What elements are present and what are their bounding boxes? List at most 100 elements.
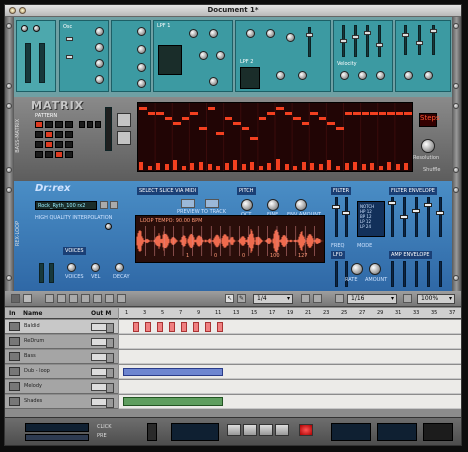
matrix-gate[interactable] <box>164 164 169 170</box>
matrix-gate[interactable] <box>301 162 306 170</box>
vel-knob[interactable] <box>340 71 349 80</box>
patch-name-display[interactable]: Rock_Ryth_100 rx2 <box>35 201 97 210</box>
drum-fader-cap[interactable] <box>436 211 444 215</box>
matrix-gate[interactable] <box>139 162 143 170</box>
track-name[interactable]: Baldid <box>24 323 40 329</box>
matrix-note[interactable] <box>173 122 181 125</box>
hand-tool-icon[interactable] <box>105 294 114 303</box>
matrix-gate[interactable] <box>353 162 358 170</box>
pattern-button[interactable] <box>65 141 73 148</box>
draw-tool-icon[interactable]: ✎ <box>237 294 246 303</box>
matrix-mode-button[interactable] <box>117 113 131 127</box>
mod-wheel-knob[interactable] <box>21 25 28 32</box>
note-clip[interactable] <box>205 322 211 332</box>
matrix-note[interactable] <box>284 112 293 115</box>
matrix-note[interactable] <box>147 112 156 115</box>
matrix-note[interactable] <box>258 117 267 120</box>
track-lane[interactable] <box>119 320 461 334</box>
track-name[interactable]: Melody <box>24 383 42 389</box>
pattern-button[interactable] <box>65 131 73 138</box>
drum-fader-cap[interactable] <box>424 203 432 207</box>
matrix-note[interactable] <box>164 117 173 120</box>
matrix-gate[interactable] <box>378 166 383 170</box>
filter1-freq-knob[interactable] <box>189 29 198 38</box>
stop-button[interactable] <box>227 424 241 436</box>
matrix-note[interactable] <box>241 127 250 130</box>
pattern-button[interactable] <box>35 141 43 148</box>
record-button[interactable] <box>299 424 313 436</box>
forward-button[interactable] <box>275 424 289 436</box>
track-output-select[interactable] <box>91 323 114 333</box>
track-output-select[interactable] <box>91 383 114 393</box>
mod-knob[interactable] <box>424 71 433 80</box>
track-output-select[interactable] <box>91 353 114 363</box>
matrix-note[interactable] <box>250 137 258 140</box>
browse-patch-button[interactable] <box>100 201 108 209</box>
drum-fader[interactable] <box>415 197 418 237</box>
track-lane[interactable] <box>119 395 461 409</box>
track-name[interactable]: ReDrum <box>24 338 44 344</box>
quantize-select[interactable]: 1/4 <box>253 294 293 304</box>
lfo-rate-knob[interactable] <box>351 263 363 275</box>
filter-vel-knob[interactable] <box>209 77 218 86</box>
matrix-gate[interactable] <box>156 163 161 170</box>
dr-knob[interactable] <box>105 223 112 230</box>
pitch-knob[interactable] <box>33 25 40 32</box>
matrix-note[interactable] <box>293 117 301 120</box>
fader-cap[interactable] <box>402 33 409 37</box>
filter2-knob[interactable] <box>286 33 295 42</box>
matrix-note[interactable] <box>378 112 387 115</box>
mod-wheel[interactable] <box>39 43 45 83</box>
filter-env-knob[interactable] <box>199 51 208 60</box>
to-track-button[interactable] <box>205 199 219 208</box>
matrix-gate[interactable] <box>293 166 298 170</box>
track-row[interactable]: Dub - loop <box>5 365 118 379</box>
vel-knob[interactable] <box>358 71 367 80</box>
env-release-fader[interactable] <box>378 25 381 57</box>
filter-kbd-knob[interactable] <box>216 51 225 60</box>
vel-knob[interactable] <box>91 263 100 272</box>
lfo-amount-knob[interactable] <box>369 263 381 275</box>
pattern-button[interactable] <box>65 151 73 158</box>
arrow-tool-icon[interactable] <box>45 294 54 303</box>
pattern-clip[interactable] <box>123 397 223 406</box>
osc2-knob[interactable] <box>95 43 104 52</box>
note-clip[interactable] <box>181 322 187 332</box>
matrix-gate[interactable] <box>267 163 272 170</box>
pointer-tool-icon[interactable]: ↖ <box>225 294 234 303</box>
filter2-knob[interactable] <box>246 29 255 38</box>
pattern-button[interactable] <box>65 121 73 128</box>
magnify-tool-icon[interactable] <box>117 294 126 303</box>
osc4-knob[interactable] <box>95 75 104 84</box>
mod-env-fader[interactable] <box>404 25 407 55</box>
drum-fader-cap[interactable] <box>332 205 340 209</box>
matrix-note[interactable] <box>327 122 335 125</box>
matrix-gate[interactable] <box>318 164 323 170</box>
matrix-gate[interactable] <box>395 164 400 170</box>
matrix-gate[interactable] <box>233 160 238 170</box>
note-clip[interactable] <box>169 322 175 332</box>
matrix-note[interactable] <box>181 117 190 120</box>
matrix-gate[interactable] <box>327 160 332 170</box>
filter-mode-option[interactable]: LP 24 <box>360 224 382 229</box>
matrix-note[interactable] <box>156 112 164 115</box>
drum-fader[interactable] <box>345 197 348 237</box>
amp-fader[interactable] <box>391 261 394 287</box>
lfo-amount-knob[interactable] <box>137 45 146 54</box>
track-output-select[interactable] <box>91 368 114 378</box>
matrix-note[interactable] <box>139 107 147 110</box>
pattern-button[interactable] <box>45 131 53 138</box>
mod-knob[interactable] <box>404 71 413 80</box>
razor-tool-icon[interactable] <box>81 294 90 303</box>
matrix-gate[interactable] <box>190 163 195 170</box>
filter2-fader-cap[interactable] <box>306 33 313 37</box>
drum-fader-cap[interactable] <box>388 201 396 205</box>
note-clip[interactable] <box>133 322 139 332</box>
matrix-note[interactable] <box>344 112 353 115</box>
matrix-note[interactable] <box>370 112 378 115</box>
pattern-button[interactable] <box>55 141 63 148</box>
matrix-gate[interactable] <box>284 164 289 170</box>
filter2-res-knob[interactable] <box>298 71 307 80</box>
fader-cap[interactable] <box>364 31 371 35</box>
pitch-wheel[interactable] <box>25 43 31 83</box>
